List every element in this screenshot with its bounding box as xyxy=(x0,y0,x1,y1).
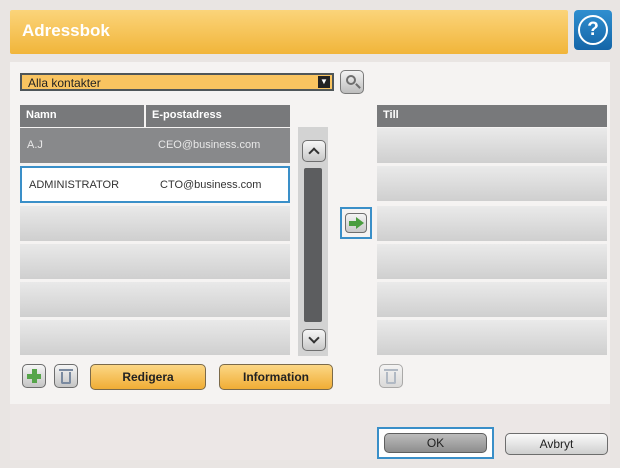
contact-filter-value: Alla kontakter xyxy=(28,76,101,90)
remove-recipient-button[interactable] xyxy=(379,364,403,388)
contact-row-empty[interactable] xyxy=(20,320,290,355)
column-header-email: E-postadress xyxy=(146,105,290,127)
column-header-to: Till xyxy=(377,105,607,127)
window-title: Adressbok xyxy=(22,21,110,40)
contact-row-empty[interactable] xyxy=(20,282,290,317)
recipient-row-empty[interactable] xyxy=(377,128,607,163)
contact-name: A.J xyxy=(27,139,43,151)
contact-name: ADMINISTRATOR xyxy=(29,179,120,191)
arrow-right-icon xyxy=(345,213,367,233)
contact-row-empty[interactable] xyxy=(20,206,290,241)
edit-button[interactable]: Redigera xyxy=(90,364,206,390)
add-contact-button[interactable] xyxy=(22,364,46,388)
help-button[interactable]: ? xyxy=(574,10,612,50)
recipient-row-empty[interactable] xyxy=(377,244,607,279)
column-header-name: Namn xyxy=(20,105,144,127)
recipient-row-empty[interactable] xyxy=(377,206,607,241)
contact-email: CTO@business.com xyxy=(160,179,262,191)
search-button[interactable] xyxy=(340,70,364,94)
add-to-recipients-button[interactable] xyxy=(340,207,372,239)
title-bar: Adressbok xyxy=(10,10,568,54)
contacts-scroll-thumb[interactable] xyxy=(304,168,322,322)
help-icon: ? xyxy=(578,15,608,45)
scroll-up-button[interactable] xyxy=(302,140,326,162)
contact-email: CEO@business.com xyxy=(158,139,261,151)
chevron-down-icon xyxy=(308,332,320,344)
contact-row-empty[interactable] xyxy=(20,244,290,279)
scroll-down-button[interactable] xyxy=(302,329,326,351)
contact-filter-dropdown[interactable]: Alla kontakter ▼ xyxy=(20,73,334,91)
recipient-row-empty[interactable] xyxy=(377,320,607,355)
cancel-button[interactable]: Avbryt xyxy=(505,433,608,455)
ok-button-focus[interactable]: OK xyxy=(377,427,494,459)
recipient-row-empty[interactable] xyxy=(377,166,607,201)
dropdown-arrow-icon: ▼ xyxy=(318,76,330,88)
delete-contact-button[interactable] xyxy=(54,364,78,388)
recipient-row-empty[interactable] xyxy=(377,282,607,317)
contact-row[interactable]: A.J CEO@business.com xyxy=(20,128,290,163)
information-button[interactable]: Information xyxy=(219,364,333,390)
contact-row-selected[interactable]: ADMINISTRATOR CTO@business.com xyxy=(20,166,290,203)
chevron-up-icon xyxy=(308,147,320,159)
ok-button[interactable]: OK xyxy=(384,433,487,453)
